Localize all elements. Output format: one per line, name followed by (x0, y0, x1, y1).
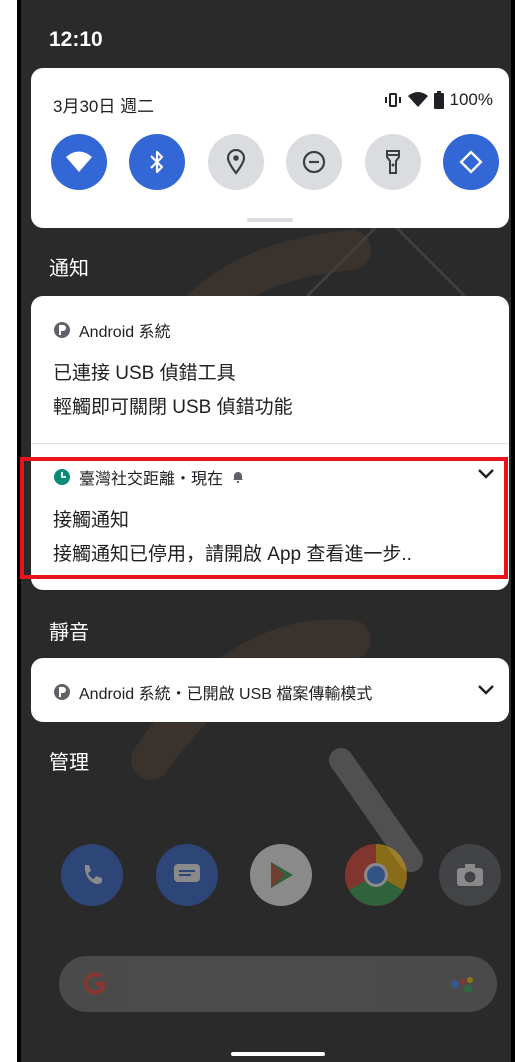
auto-rotate-icon (459, 150, 483, 174)
location-icon (226, 149, 245, 175)
notification-app-name: Android 系統・已開啟 USB 檔案傳輸模式 (79, 686, 373, 703)
notification-app-name: Android 系統 (79, 324, 171, 341)
notification-usb-transfer[interactable]: Android 系統・已開啟 USB 檔案傳輸模式 (31, 658, 509, 722)
chrome-icon (344, 844, 407, 906)
assistant-icon (451, 977, 473, 993)
notification-text: 輕觸即可關閉 USB 偵錯功能 (53, 397, 293, 418)
wifi-tile[interactable] (51, 134, 107, 190)
wifi-status-icon (407, 92, 428, 107)
flashlight-tile[interactable] (364, 134, 421, 190)
home-dock (61, 844, 501, 906)
quick-settings-panel: 3月30日 週二 100% (31, 68, 509, 228)
notification-title: 已連接 USB 偵錯工具 (53, 363, 236, 384)
dnd-tile[interactable] (286, 134, 343, 190)
google-g-icon (84, 972, 106, 995)
battery-icon (433, 91, 444, 109)
notification-usb-debug[interactable]: Android 系統 已連接 USB 偵錯工具 輕觸即可關閉 USB 偵錯功能 (31, 296, 509, 442)
play-store-icon (250, 844, 312, 906)
do-not-disturb-icon (303, 150, 326, 174)
android-system-icon (54, 684, 70, 700)
manage-button[interactable]: 管理 (49, 746, 89, 775)
auto-rotate-tile[interactable] (442, 134, 499, 190)
quick-settings-tiles (51, 134, 499, 190)
section-notifications: 通知 (49, 258, 89, 280)
highlight-box (20, 457, 508, 579)
chevron-down-icon[interactable] (477, 684, 495, 696)
android-system-icon (54, 322, 70, 338)
phone-icon (61, 844, 123, 906)
section-silent: 靜音 (49, 622, 89, 644)
status-time: 12:10 (49, 28, 103, 51)
bluetooth-icon (150, 150, 164, 174)
gesture-nav-handle[interactable] (231, 1052, 325, 1056)
qs-date: 3月30日 週二 (53, 97, 155, 116)
bluetooth-tile[interactable] (129, 134, 186, 190)
location-tile[interactable] (207, 134, 264, 190)
messages-icon (155, 844, 218, 906)
qs-drag-handle[interactable] (247, 218, 293, 222)
notification-app-row: Android 系統 (53, 318, 171, 342)
flashlight-icon (385, 150, 400, 174)
qs-status-icons: 100% (384, 90, 493, 110)
battery-percent: 100% (449, 90, 493, 109)
google-search-bar (59, 956, 497, 1012)
notification-app-row: Android 系統・已開啟 USB 檔案傳輸模式 (53, 680, 372, 704)
vibrate-icon (384, 93, 401, 107)
wifi-icon (66, 151, 92, 172)
camera-icon (439, 844, 501, 906)
